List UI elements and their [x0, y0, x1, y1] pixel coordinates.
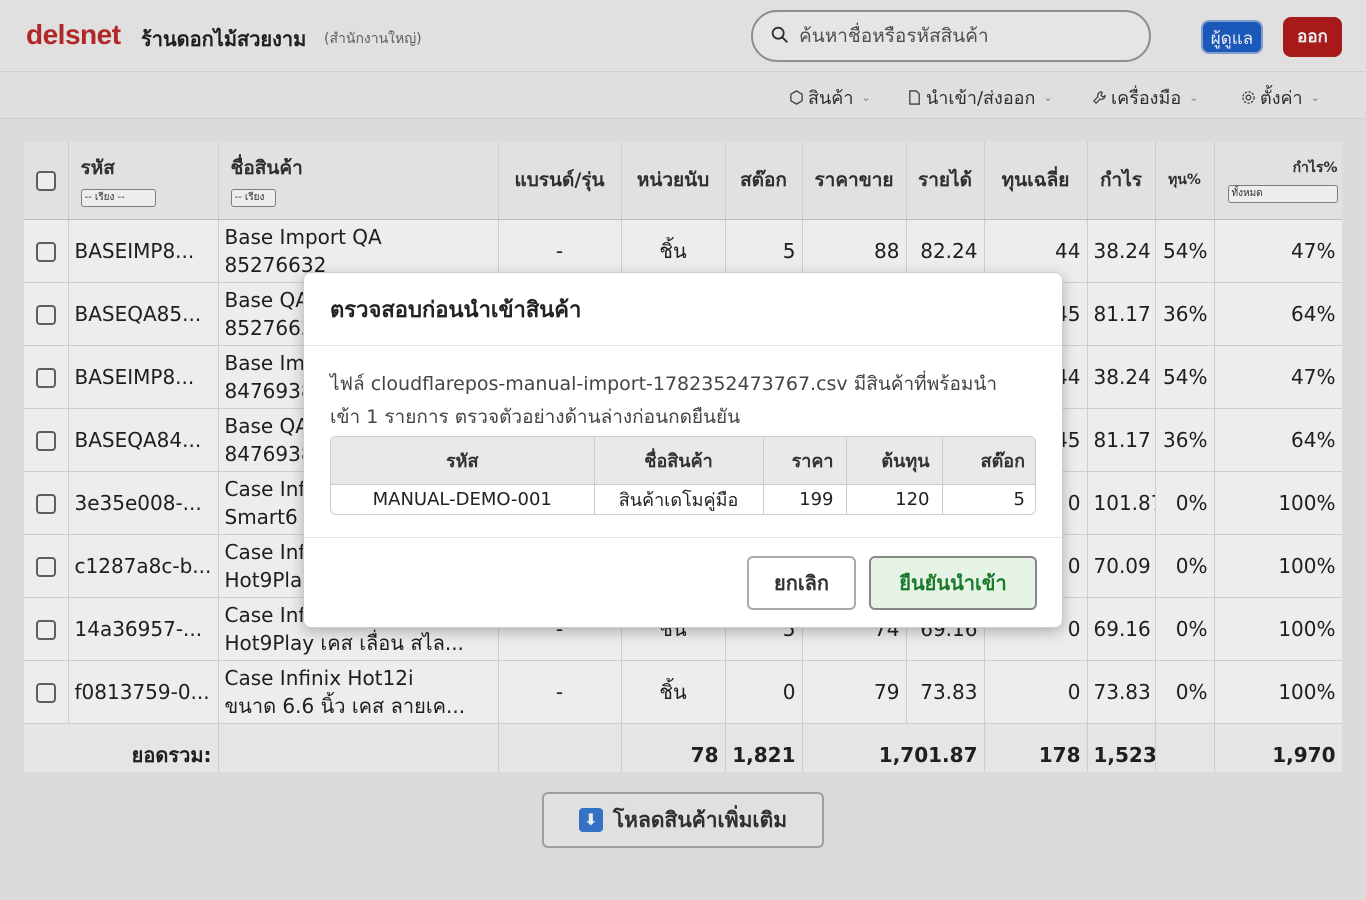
preview-col-stock: สต๊อก	[942, 437, 1035, 485]
dialog-description: ไฟล์ cloudflarepos-manual-import-1782352…	[330, 368, 1036, 434]
dialog-description-line1: ไฟล์ cloudflarepos-manual-import-1782352…	[330, 373, 998, 395]
preview-table: รหัส ชื่อสินค้า ราคา ต้นทุน สต๊อก MANUAL…	[331, 437, 1035, 514]
preview-price: 199	[763, 484, 847, 514]
cancel-button[interactable]: ยกเลิก	[747, 556, 856, 610]
preview-col-price: ราคา	[763, 437, 847, 485]
import-confirm-dialog: ตรวจสอบก่อนนำเข้าสินค้า ไฟล์ cloudflarep…	[303, 272, 1063, 628]
preview-header-row: รหัส ชื่อสินค้า ราคา ต้นทุน สต๊อก	[331, 437, 1035, 485]
preview-table-container: รหัส ชื่อสินค้า ราคา ต้นทุน สต๊อก MANUAL…	[330, 436, 1036, 515]
dialog-title: ตรวจสอบก่อนนำเข้าสินค้า	[304, 273, 1062, 346]
preview-cost: 120	[846, 484, 943, 514]
preview-col-code: รหัส	[331, 437, 595, 485]
confirm-import-button[interactable]: ยืนยันนำเข้า	[869, 556, 1037, 610]
dialog-footer: ยกเลิก ยืนยันนำเข้า	[304, 539, 1062, 627]
dialog-body: ไฟล์ cloudflarepos-manual-import-1782352…	[304, 346, 1062, 538]
preview-col-cost: ต้นทุน	[846, 437, 943, 485]
preview-name: สินค้าเดโมคู่มือ	[594, 484, 764, 514]
dialog-description-line2: เข้า 1 รายการ ตรวจตัวอย่างด้านล่างก่อนกด…	[330, 406, 741, 428]
preview-code: MANUAL-DEMO-001	[331, 484, 595, 514]
preview-col-name: ชื่อสินค้า	[594, 437, 764, 485]
preview-stock: 5	[1013, 488, 1025, 510]
preview-row: MANUAL-DEMO-001 สินค้าเดโมคู่มือ 199 120…	[331, 484, 1035, 514]
